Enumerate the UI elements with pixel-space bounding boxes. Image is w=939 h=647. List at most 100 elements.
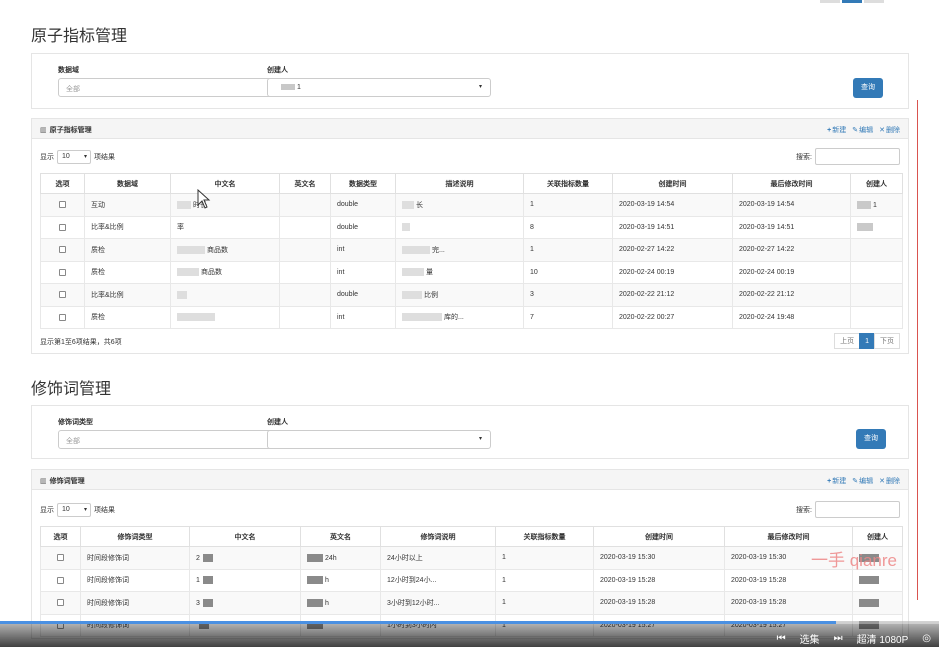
column-header[interactable]: 中文名 bbox=[189, 526, 301, 547]
cell-creator bbox=[850, 260, 903, 284]
page-length-select[interactable]: 10 ▾ bbox=[57, 150, 91, 164]
table-row[interactable]: 比率&比例率 double 8 2020-03-19 14:51 2020-03-19 … bbox=[40, 215, 903, 239]
next-icon[interactable]: ⏭ bbox=[834, 633, 843, 644]
cell-type: double bbox=[330, 283, 396, 307]
row-checkbox[interactable] bbox=[59, 268, 66, 276]
redacted-block bbox=[202, 553, 213, 562]
column-header[interactable]: 创建时间 bbox=[612, 173, 733, 194]
query-button[interactable]: 查询 bbox=[856, 429, 886, 449]
redacted-block bbox=[402, 200, 414, 209]
delete-button[interactable]: ✕删除 bbox=[879, 125, 900, 135]
atomic-filter-panel: 数据域 全部 ▾ 创建人 1 ▾ 查询 bbox=[31, 53, 909, 109]
row-select-cell[interactable] bbox=[40, 215, 85, 239]
row-select-cell[interactable] bbox=[40, 568, 81, 592]
column-header[interactable]: 关联指标数量 bbox=[495, 526, 594, 547]
row-checkbox[interactable] bbox=[57, 576, 64, 584]
row-select-cell[interactable] bbox=[40, 546, 81, 570]
edit-button[interactable]: ✎编辑 bbox=[852, 476, 873, 486]
column-header[interactable]: 修饰词说明 bbox=[380, 526, 496, 547]
row-select-cell[interactable] bbox=[40, 591, 81, 615]
cell-desc: 库的... bbox=[395, 305, 524, 329]
cell-count: 1 bbox=[495, 568, 594, 592]
quality-button[interactable]: 超清 1080P bbox=[857, 631, 909, 646]
column-header[interactable]: 创建人 bbox=[850, 173, 903, 194]
next-page-button[interactable]: 下页 bbox=[874, 333, 900, 349]
domain-select[interactable]: 全部 ▾ bbox=[58, 78, 280, 97]
query-button[interactable]: 查询 bbox=[853, 78, 883, 98]
page-1-button[interactable]: 1 bbox=[859, 333, 875, 349]
column-header[interactable]: 修饰词类型 bbox=[80, 526, 190, 547]
chevron-down-icon: ▾ bbox=[478, 436, 482, 442]
column-header[interactable]: 最后修改时间 bbox=[724, 526, 853, 547]
row-checkbox[interactable] bbox=[57, 599, 64, 607]
new-button[interactable]: +新建 bbox=[827, 125, 846, 135]
row-checkbox[interactable] bbox=[59, 223, 66, 231]
table-search: 搜索: bbox=[796, 148, 900, 165]
cell-en bbox=[279, 215, 331, 239]
redacted-block bbox=[402, 268, 424, 277]
creator-select[interactable]: ▾ bbox=[267, 430, 491, 449]
redacted-block bbox=[177, 313, 215, 322]
cell-cn: 1 bbox=[189, 568, 301, 592]
row-select-cell[interactable] bbox=[40, 305, 85, 329]
cell-created: 2020-03-19 15:28 bbox=[593, 568, 725, 592]
cell-created: 2020-03-19 15:28 bbox=[593, 591, 725, 615]
column-header[interactable]: 选项 bbox=[40, 526, 81, 547]
row-select-cell[interactable] bbox=[40, 238, 85, 262]
column-header[interactable]: 英文名 bbox=[300, 526, 381, 547]
column-header[interactable]: 中文名 bbox=[170, 173, 280, 194]
row-checkbox[interactable] bbox=[59, 313, 66, 321]
watermark: 一手 qianre bbox=[811, 551, 897, 570]
column-header[interactable]: 选项 bbox=[40, 173, 85, 194]
column-header[interactable]: 数据类型 bbox=[330, 173, 396, 194]
row-select-cell[interactable] bbox=[40, 283, 85, 307]
table-row[interactable]: 时间段修饰词 1 h 12小时到24小... 1 2020-03-19 15:28 2020… bbox=[40, 568, 903, 592]
column-header[interactable]: 创建人 bbox=[852, 526, 903, 547]
new-button[interactable]: +新建 bbox=[827, 476, 846, 486]
chevron-down-icon: ▾ bbox=[83, 154, 87, 160]
redacted-block bbox=[177, 200, 191, 209]
cell-creator bbox=[852, 568, 903, 592]
cell-modified: 2020-02-27 14:22 bbox=[732, 238, 851, 262]
episodes-button[interactable]: 选集 bbox=[800, 631, 820, 646]
search-input[interactable] bbox=[815, 148, 900, 165]
prev-page-button[interactable]: 上页 bbox=[834, 333, 861, 349]
page-length-select[interactable]: 10 ▾ bbox=[57, 503, 91, 517]
modifier-type-select[interactable]: 全部 ▾ bbox=[58, 430, 280, 449]
cell-type: 时间段修饰词 bbox=[80, 568, 190, 592]
row-checkbox[interactable] bbox=[59, 201, 66, 209]
redacted-block bbox=[859, 576, 879, 585]
row-select-cell[interactable] bbox=[40, 193, 85, 217]
table-row[interactable]: 质检 商品数 int 完... 1 2020-02-27 14:22 2020-02-27 … bbox=[40, 238, 903, 262]
table-row[interactable]: 时间段修饰词 3 h 3小时到12小时... 1 2020-03-19 15:28 2020… bbox=[40, 591, 903, 615]
creator-select[interactable]: 1 ▾ bbox=[267, 78, 491, 97]
table-row[interactable]: 时间段修饰词 2 24h 24小时以上 1 2020-03-19 15:30 2020-03… bbox=[40, 546, 903, 570]
column-header[interactable]: 英文名 bbox=[279, 173, 331, 194]
row-checkbox[interactable] bbox=[59, 246, 66, 254]
table-row[interactable]: 质检 商品数 int 量 10 2020-02-24 00:19 2020-02-24 00… bbox=[40, 260, 903, 284]
delete-button[interactable]: ✕删除 bbox=[879, 476, 900, 486]
row-checkbox[interactable] bbox=[59, 291, 66, 299]
redacted-block bbox=[202, 598, 213, 607]
column-header[interactable]: 最后修改时间 bbox=[732, 173, 851, 194]
column-header[interactable]: 创建时间 bbox=[593, 526, 725, 547]
previous-icon[interactable]: ⏮ bbox=[777, 633, 786, 644]
chevron-down-icon: ▾ bbox=[478, 84, 482, 90]
search-input[interactable] bbox=[815, 501, 900, 518]
edit-button[interactable]: ✎编辑 bbox=[852, 125, 873, 135]
column-header[interactable]: 数据域 bbox=[84, 173, 171, 194]
redacted-block bbox=[402, 245, 430, 254]
cell-desc: 比例 bbox=[395, 283, 524, 307]
table-row[interactable]: 质检 int 库的... 7 2020-02-22 00:27 2020-02-24 19… bbox=[40, 305, 903, 329]
column-header[interactable]: 关联指标数量 bbox=[523, 173, 613, 194]
table-row[interactable]: 互动 时长 double 长 1 2020-03-19 14:54 2020-03-19 1… bbox=[40, 193, 903, 217]
table-row[interactable]: 比率&比例 double 比例 3 2020-02-22 21:12 2020-02-22… bbox=[40, 283, 903, 307]
column-header[interactable]: 描述说明 bbox=[395, 173, 524, 194]
row-checkbox[interactable] bbox=[57, 554, 64, 562]
cell-en bbox=[279, 238, 331, 262]
video-progress-bar[interactable] bbox=[0, 621, 939, 624]
cell-en bbox=[279, 260, 331, 284]
row-select-cell[interactable] bbox=[40, 260, 85, 284]
cell-type: int bbox=[330, 238, 396, 262]
screenshot-icon[interactable]: ◎ bbox=[922, 633, 931, 644]
